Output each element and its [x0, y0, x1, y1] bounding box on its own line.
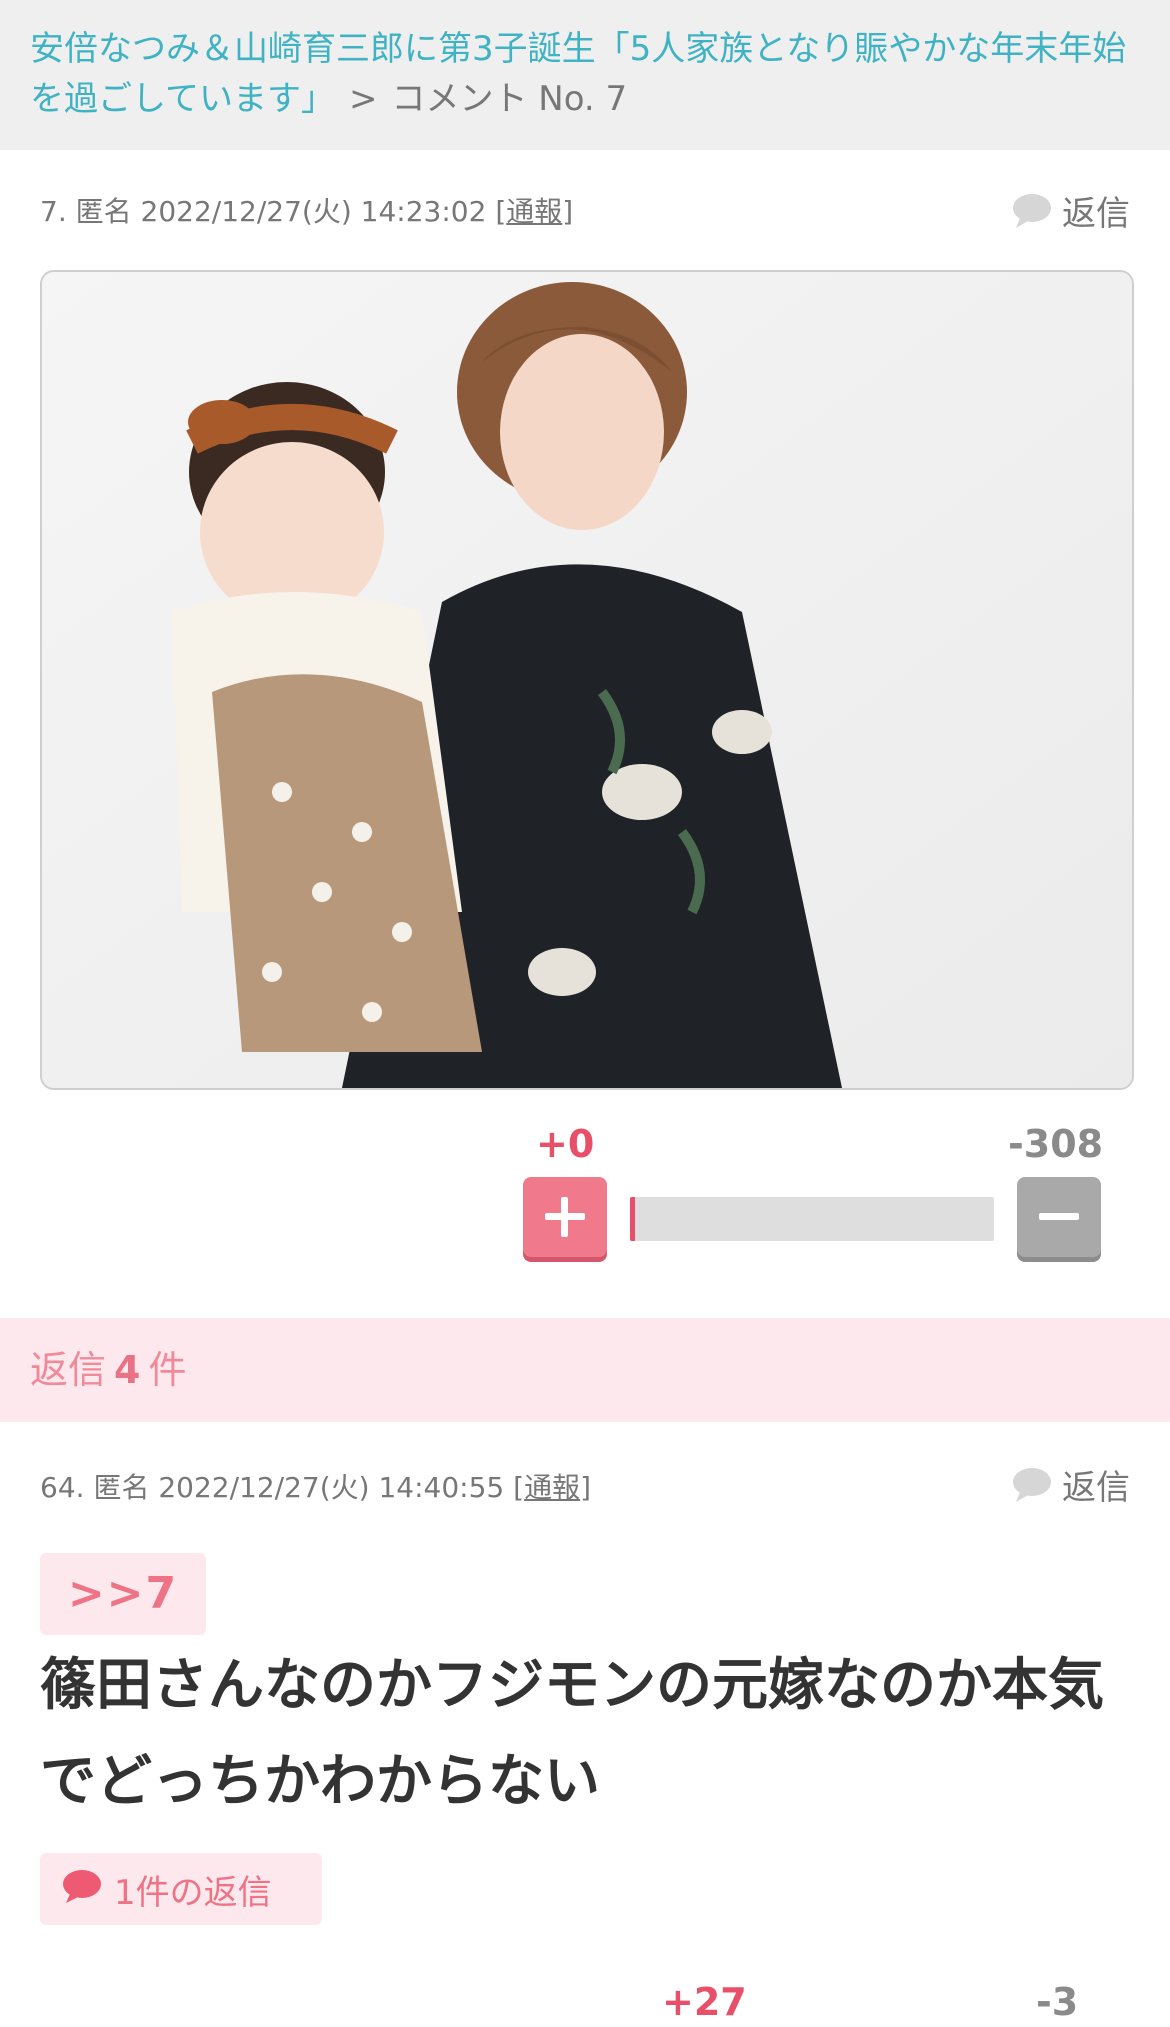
reply-author: 匿名 — [93, 1471, 150, 1504]
anchor-link[interactable]: >>7 — [40, 1553, 206, 1635]
minus-count: -3 — [1036, 1980, 1079, 2024]
reply-count-label: 1件の返信 — [114, 1872, 272, 1913]
breadcrumb-separator: > — [348, 79, 378, 119]
comment-author: 匿名 — [75, 195, 132, 228]
speech-bubble-icon — [1010, 191, 1054, 231]
speech-bubble-icon — [60, 1865, 104, 1914]
minus-vote-button[interactable] — [1017, 1177, 1101, 1257]
replies-count: 4 — [114, 1348, 141, 1392]
reply-button[interactable]: 返信 — [1010, 1460, 1130, 1509]
report-bracket-open: [ — [495, 195, 507, 228]
plus-count: +27 — [662, 1980, 747, 2024]
replies-count-header[interactable]: 返信 4 件 — [0, 1318, 1170, 1422]
reply-label: 返信 — [1062, 1468, 1130, 1508]
vote-ratio-fill — [630, 1197, 635, 1241]
minus-count: -308 — [1008, 1122, 1104, 1166]
reply-count-button[interactable]: 1件の返信 — [40, 1853, 322, 1925]
plus-count: +0 — [536, 1122, 595, 1166]
report-bracket-open: [ — [513, 1471, 525, 1504]
speech-bubble-icon — [1010, 1465, 1054, 1505]
breadcrumb: 安倍なつみ＆山崎育三郎に第3子誕生「5人家族となり賑やかな年末年始を過ごしていま… — [0, 0, 1170, 150]
report-bracket-close: ] — [580, 1471, 592, 1504]
report-bracket-close: ] — [562, 195, 574, 228]
breadcrumb-current: コメント No. 7 — [391, 79, 628, 119]
comment-meta: 7. 匿名 2022/12/27(火) 14:23:02 [通報] — [40, 190, 573, 230]
comment-number: 7. — [40, 195, 67, 228]
reply-datetime: 2022/12/27(火) 14:40:55 — [158, 1471, 505, 1504]
reply-label: 返信 — [1062, 194, 1130, 234]
vote-ratio-bar — [630, 1197, 994, 1241]
comment-body: 篠田さんなのかフジモンの元嫁なのか本気でどっちかわからない — [40, 1653, 1104, 1814]
plus-vote-button[interactable] — [523, 1177, 607, 1257]
reply-button[interactable]: 返信 — [1010, 186, 1130, 235]
photo-of-woman-and-baby-icon — [42, 272, 1132, 1088]
replies-prefix: 返信 — [30, 1348, 107, 1392]
replies-suffix: 件 — [148, 1348, 187, 1392]
comment-datetime: 2022/12/27(火) 14:23:02 — [140, 195, 487, 228]
reply-number: 64. — [40, 1471, 85, 1504]
report-link[interactable]: 通報 — [506, 195, 562, 228]
reply-meta: 64. 匿名 2022/12/27(火) 14:40:55 [通報] — [40, 1466, 591, 1506]
report-link[interactable]: 通報 — [524, 1471, 580, 1504]
comment-photo[interactable] — [40, 270, 1134, 1090]
